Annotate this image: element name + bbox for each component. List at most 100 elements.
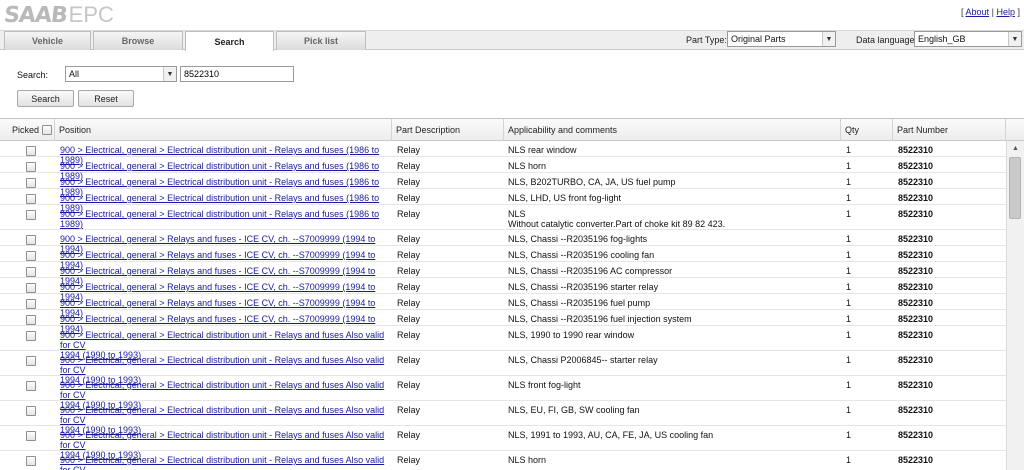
table-row[interactable]: 900 > Electrical, general > Relays and f… bbox=[0, 278, 1006, 302]
row-part-number: 8522310 bbox=[898, 177, 934, 187]
link-bracket-close: ] bbox=[1017, 7, 1020, 17]
row-applicability: NLS, Chassi --R2035196 fuel pump bbox=[508, 298, 651, 308]
row-picked-checkbox[interactable] bbox=[26, 406, 36, 416]
row-position-link[interactable]: 900 > Electrical, general > Electrical d… bbox=[60, 209, 390, 229]
row-part-number: 8522310 bbox=[898, 234, 934, 244]
table-row[interactable]: 900 > Electrical, general > Relays and f… bbox=[0, 294, 1006, 318]
table-row[interactable]: 900 > Electrical, general > Electrical d… bbox=[0, 351, 1006, 385]
row-picked-checkbox[interactable] bbox=[26, 456, 36, 466]
scroll-up-arrow-icon[interactable]: ▲ bbox=[1007, 141, 1024, 155]
tab-pick-list[interactable]: Pick list bbox=[276, 31, 366, 50]
col-picked-label: Picked bbox=[12, 125, 40, 135]
table-row[interactable]: 900 > Electrical, general > Electrical d… bbox=[0, 401, 1006, 435]
table-row[interactable]: 900 > Electrical, general > Electrical d… bbox=[0, 326, 1006, 360]
tab-vehicle[interactable]: Vehicle bbox=[4, 31, 91, 50]
scroll-thumb[interactable] bbox=[1009, 157, 1021, 219]
row-part-description: Relay bbox=[397, 380, 421, 390]
vertical-scrollbar[interactable]: ▲ bbox=[1006, 141, 1024, 470]
logo-epc-text: EPC bbox=[68, 2, 114, 27]
row-qty: 1 bbox=[846, 250, 852, 260]
row-picked-checkbox[interactable] bbox=[26, 283, 36, 293]
table-row[interactable]: 900 > Electrical, general > Electrical d… bbox=[0, 205, 1006, 230]
row-picked-checkbox[interactable] bbox=[26, 431, 36, 441]
row-part-description: Relay bbox=[397, 330, 421, 340]
search-scope-select[interactable]: All ▼ bbox=[65, 66, 177, 82]
table-row[interactable]: 900 > Electrical, general > Relays and f… bbox=[0, 246, 1006, 270]
row-part-number: 8522310 bbox=[898, 250, 934, 260]
row-applicability: NLS, B202TURBO, CA, JA, US fuel pump bbox=[508, 177, 676, 187]
col-part-number[interactable]: Part Number bbox=[893, 119, 1006, 141]
row-part-description: Relay bbox=[397, 145, 421, 155]
row-picked-checkbox[interactable] bbox=[26, 194, 36, 204]
reset-button[interactable]: Reset bbox=[78, 90, 134, 107]
row-part-description: Relay bbox=[397, 405, 421, 415]
table-row[interactable]: 900 > Electrical, general > Relays and f… bbox=[0, 310, 1006, 334]
data-language-select[interactable]: English_GB ▼ bbox=[914, 31, 1022, 47]
row-picked-checkbox[interactable] bbox=[26, 210, 36, 220]
table-row[interactable]: 900 > Electrical, general > Electrical d… bbox=[0, 376, 1006, 410]
part-type-select[interactable]: Original Parts ▼ bbox=[727, 31, 836, 47]
grid-body: 900 > Electrical, general > Electrical d… bbox=[0, 141, 1006, 470]
results-grid: Picked Position Part Description Applica… bbox=[0, 118, 1024, 470]
row-qty: 1 bbox=[846, 177, 852, 187]
row-picked-checkbox[interactable] bbox=[26, 381, 36, 391]
row-applicability: NLS, Chassi --R2035196 fog-lights bbox=[508, 234, 648, 244]
col-qty[interactable]: Qty bbox=[841, 119, 893, 141]
row-picked-checkbox[interactable] bbox=[26, 315, 36, 325]
row-qty: 1 bbox=[846, 298, 852, 308]
row-picked-checkbox[interactable] bbox=[26, 178, 36, 188]
row-applicability: NLS, EU, FI, GB, SW cooling fan bbox=[508, 405, 640, 415]
row-part-description: Relay bbox=[397, 209, 421, 219]
row-part-description: Relay bbox=[397, 161, 421, 171]
help-link[interactable]: Help bbox=[996, 7, 1015, 17]
tab-search[interactable]: Search bbox=[185, 31, 274, 51]
row-part-number: 8522310 bbox=[898, 282, 934, 292]
link-separator: | bbox=[991, 7, 994, 17]
row-picked-checkbox[interactable] bbox=[26, 162, 36, 172]
part-type-label: Part Type: bbox=[686, 35, 727, 45]
row-qty: 1 bbox=[846, 330, 852, 340]
row-picked-checkbox[interactable] bbox=[26, 356, 36, 366]
table-row[interactable]: 900 > Electrical, general > Electrical d… bbox=[0, 451, 1006, 470]
row-part-description: Relay bbox=[397, 314, 421, 324]
row-qty: 1 bbox=[846, 282, 852, 292]
row-picked-checkbox[interactable] bbox=[26, 331, 36, 341]
row-part-description: Relay bbox=[397, 250, 421, 260]
row-picked-checkbox[interactable] bbox=[26, 146, 36, 156]
search-input[interactable] bbox=[180, 66, 294, 82]
col-part-description[interactable]: Part Description bbox=[392, 119, 504, 141]
table-row[interactable]: 900 > Electrical, general > Electrical d… bbox=[0, 157, 1006, 181]
row-picked-checkbox[interactable] bbox=[26, 299, 36, 309]
row-part-description: Relay bbox=[397, 430, 421, 440]
table-row[interactable]: 900 > Electrical, general > Electrical d… bbox=[0, 189, 1006, 213]
table-row[interactable]: 900 > Electrical, general > Relays and f… bbox=[0, 230, 1006, 254]
about-link[interactable]: About bbox=[966, 7, 990, 17]
row-applicability: NLS, Chassi --R2035196 fuel injection sy… bbox=[508, 314, 692, 324]
table-row[interactable]: 900 > Electrical, general > Electrical d… bbox=[0, 173, 1006, 197]
search-label: Search: bbox=[17, 70, 49, 80]
row-position-link[interactable]: 900 > Electrical, general > Electrical d… bbox=[60, 455, 390, 470]
search-scope-value: All bbox=[69, 69, 80, 79]
row-picked-checkbox[interactable] bbox=[26, 235, 36, 245]
row-part-description: Relay bbox=[397, 177, 421, 187]
table-row[interactable]: 900 > Electrical, general > Relays and f… bbox=[0, 262, 1006, 286]
tab-browse[interactable]: Browse bbox=[93, 31, 183, 50]
chevron-down-icon: ▼ bbox=[822, 32, 835, 46]
row-part-description: Relay bbox=[397, 193, 421, 203]
col-applicability[interactable]: Applicability and comments bbox=[504, 119, 841, 141]
row-part-number: 8522310 bbox=[898, 405, 934, 415]
col-picked: Picked bbox=[0, 119, 55, 141]
row-picked-checkbox[interactable] bbox=[26, 251, 36, 261]
search-button[interactable]: Search bbox=[17, 90, 74, 107]
select-all-checkbox[interactable] bbox=[42, 125, 53, 135]
row-applicability: NLS, 1990 to 1990 rear window bbox=[508, 330, 635, 340]
row-applicability: NLS, Chassi --R2035196 starter relay bbox=[508, 282, 659, 292]
app-header: SAAB EPC [ About | Help ] bbox=[0, 0, 1024, 30]
col-position[interactable]: Position bbox=[55, 119, 392, 141]
row-applicability: NLS horn bbox=[508, 161, 547, 171]
row-picked-checkbox[interactable] bbox=[26, 267, 36, 277]
table-row[interactable]: 900 > Electrical, general > Electrical d… bbox=[0, 426, 1006, 460]
row-qty: 1 bbox=[846, 380, 852, 390]
table-row[interactable]: 900 > Electrical, general > Electrical d… bbox=[0, 141, 1006, 165]
row-qty: 1 bbox=[846, 405, 852, 415]
